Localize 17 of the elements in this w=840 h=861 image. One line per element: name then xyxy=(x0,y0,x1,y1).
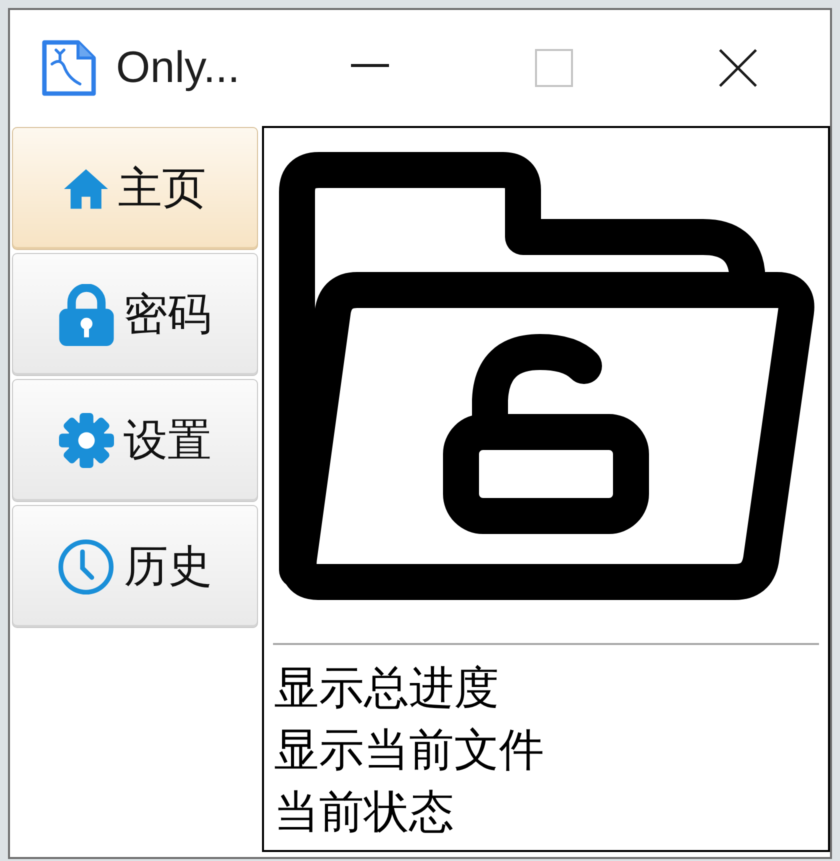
sidebar-item[interactable]: 主页 xyxy=(12,127,258,250)
sidebar-item[interactable]: 历史 xyxy=(12,505,258,628)
clock-icon xyxy=(58,538,114,594)
padlock-icon xyxy=(58,284,114,346)
folder-padlock-icon xyxy=(278,152,815,600)
close-icon xyxy=(719,49,757,87)
minimize-icon xyxy=(351,64,389,66)
gear-icon xyxy=(58,413,114,468)
sidebar-item[interactable]: 设置 xyxy=(12,379,258,502)
window-title: Only... xyxy=(116,43,240,93)
sidebar-item[interactable]: 密码 xyxy=(12,253,258,376)
document-icon xyxy=(42,40,96,96)
status-text: 显示当前文件 xyxy=(274,722,544,778)
status-text: 显示总进度 xyxy=(274,660,499,716)
status-text: 当前状态 xyxy=(274,784,454,840)
home-icon xyxy=(64,166,108,210)
maximize-icon xyxy=(535,49,573,87)
